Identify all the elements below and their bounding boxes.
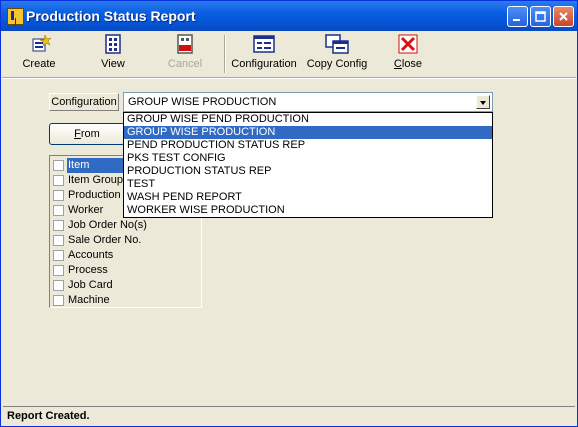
configuration-label: Configuration bbox=[231, 58, 297, 70]
create-label: Create bbox=[22, 58, 56, 70]
view-icon bbox=[105, 34, 121, 54]
list-item[interactable]: Accounts bbox=[52, 248, 200, 263]
create-button[interactable]: Create bbox=[19, 33, 59, 75]
close-icon bbox=[559, 12, 568, 21]
configuration-icon bbox=[253, 35, 275, 53]
list-item[interactable]: Process bbox=[52, 263, 200, 278]
dropdown-option[interactable]: WASH PEND REPORT bbox=[124, 191, 492, 204]
view-button[interactable]: View bbox=[95, 33, 131, 75]
chevron-down-icon[interactable] bbox=[476, 95, 490, 109]
minimize-icon bbox=[513, 19, 520, 21]
dropdown-option[interactable]: TEST bbox=[124, 178, 492, 191]
cancel-icon bbox=[177, 34, 193, 54]
list-item[interactable]: Machine bbox=[52, 293, 200, 308]
copy-config-label: Copy Config bbox=[306, 58, 368, 70]
toolbar-separator bbox=[224, 35, 226, 73]
checkbox[interactable] bbox=[53, 160, 64, 171]
toolbar-divider bbox=[2, 77, 576, 79]
cancel-label: Cancel bbox=[167, 58, 203, 70]
copy-config-icon bbox=[325, 34, 349, 54]
close-label: Close bbox=[393, 58, 423, 70]
configuration-button[interactable]: Configuration bbox=[229, 33, 299, 75]
configuration-combobox[interactable]: GROUP WISE PRODUCTION bbox=[123, 92, 493, 112]
dropdown-option[interactable]: PRODUCTION STATUS REP bbox=[124, 165, 492, 178]
status-text: Report Created. bbox=[7, 410, 90, 422]
close-icon bbox=[398, 34, 418, 54]
window-title: Production Status Report bbox=[26, 8, 196, 24]
configuration-dropdown-list[interactable]: GROUP WISE PEND PRODUCTION GROUP WISE PR… bbox=[123, 112, 493, 218]
main-window: Production Status Report Create View Can… bbox=[0, 0, 578, 427]
checkbox[interactable] bbox=[53, 250, 64, 261]
close-window-button[interactable] bbox=[553, 6, 574, 27]
dropdown-option-selected[interactable]: GROUP WISE PRODUCTION bbox=[124, 126, 492, 139]
status-bar: Report Created. bbox=[3, 406, 575, 425]
minimize-button[interactable] bbox=[507, 6, 528, 27]
checkbox[interactable] bbox=[53, 175, 64, 186]
checkbox[interactable] bbox=[53, 205, 64, 216]
app-icon[interactable] bbox=[7, 8, 24, 25]
checkbox[interactable] bbox=[53, 265, 64, 276]
dropdown-option[interactable]: PKS TEST CONFIG bbox=[124, 152, 492, 165]
cancel-button[interactable]: Cancel bbox=[163, 33, 207, 75]
title-bar[interactable]: Production Status Report bbox=[1, 1, 577, 31]
dropdown-option[interactable]: WORKER WISE PRODUCTION bbox=[124, 204, 492, 217]
dropdown-option[interactable]: PEND PRODUCTION STATUS REP bbox=[124, 139, 492, 152]
create-icon bbox=[32, 34, 51, 52]
configuration-field-label: Configuration bbox=[49, 93, 119, 111]
dropdown-option[interactable]: GROUP WISE PEND PRODUCTION bbox=[124, 113, 492, 126]
list-item[interactable]: Sale Order No. bbox=[52, 233, 200, 248]
checkbox[interactable] bbox=[53, 280, 64, 291]
checkbox[interactable] bbox=[53, 235, 64, 246]
checkbox[interactable] bbox=[53, 220, 64, 231]
checkbox[interactable] bbox=[53, 295, 64, 306]
toolbar: Create View Cancel Configuration Copy Co… bbox=[1, 31, 577, 77]
checkbox[interactable] bbox=[53, 190, 64, 201]
maximize-icon bbox=[535, 11, 546, 22]
configuration-selected-value: GROUP WISE PRODUCTION bbox=[128, 96, 277, 108]
close-button[interactable]: Close bbox=[391, 33, 425, 75]
maximize-button[interactable] bbox=[530, 6, 551, 27]
copy-config-button[interactable]: Copy Config bbox=[305, 33, 369, 75]
list-item[interactable]: Job Order No(s) bbox=[52, 218, 200, 233]
from-label: From bbox=[74, 128, 100, 140]
view-label: View bbox=[101, 58, 125, 70]
list-item[interactable]: Job Card bbox=[52, 278, 200, 293]
from-button[interactable]: From bbox=[49, 123, 125, 145]
